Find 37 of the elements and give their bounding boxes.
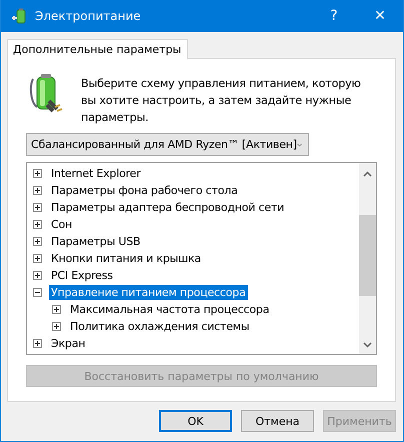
expand-icon[interactable] xyxy=(33,254,42,263)
close-button[interactable]: ✕ xyxy=(357,8,403,24)
chevron-down-icon xyxy=(296,142,302,148)
tree-item[interactable]: Сон xyxy=(49,217,74,232)
help-button[interactable]: ? xyxy=(311,8,357,24)
expand-icon[interactable] xyxy=(33,186,42,195)
tree-item[interactable]: Экран xyxy=(49,336,88,351)
scroll-down-icon[interactable] xyxy=(363,342,372,348)
description-text: Выберите схему управления питанием, которую вы хотите настроить, а затем задайте нужные параметры. xyxy=(81,76,362,126)
tree-item[interactable]: Параметры USB xyxy=(49,234,142,249)
expand-icon[interactable] xyxy=(33,339,42,348)
plan-dropdown[interactable]: Сбалансированный для AMD Ryzen™ [Активен] xyxy=(26,133,309,156)
dialog-button[interactable]: OK xyxy=(159,410,232,432)
dialog-button[interactable]: Отмена xyxy=(241,410,314,432)
battery-plug-icon xyxy=(11,8,27,24)
tree-item[interactable]: Internet Explorer xyxy=(49,166,143,181)
tree-item[interactable]: PCI Express xyxy=(49,268,115,283)
tree-item[interactable]: Политика охлаждения системы xyxy=(68,319,252,334)
tree-item[interactable]: Параметры адаптера беспроводной сети xyxy=(49,200,286,215)
expand-icon[interactable] xyxy=(33,203,42,212)
tree-item[interactable]: Максимальная частота процессора xyxy=(68,302,272,317)
scroll-up-icon[interactable] xyxy=(363,171,372,177)
expand-icon[interactable] xyxy=(33,169,42,178)
scroll-thumb[interactable] xyxy=(359,215,376,296)
window-title: Электропитание xyxy=(35,9,142,23)
expand-icon[interactable] xyxy=(52,322,61,331)
expand-icon[interactable] xyxy=(33,271,42,280)
tree-item[interactable]: Кнопки питания и крышка xyxy=(49,251,203,266)
scrollbar[interactable] xyxy=(359,163,376,354)
tree-item[interactable]: Управление питанием процессора xyxy=(49,285,248,300)
expand-icon[interactable] xyxy=(33,220,42,229)
battery-plug-icon xyxy=(29,73,63,113)
tree-item[interactable]: Параметры фона рабочего стола xyxy=(49,183,240,198)
collapse-icon[interactable] xyxy=(33,288,42,297)
expand-icon[interactable] xyxy=(52,305,61,314)
tab[interactable]: Дополнительные параметры xyxy=(7,39,188,59)
expand-icon[interactable] xyxy=(33,237,42,246)
